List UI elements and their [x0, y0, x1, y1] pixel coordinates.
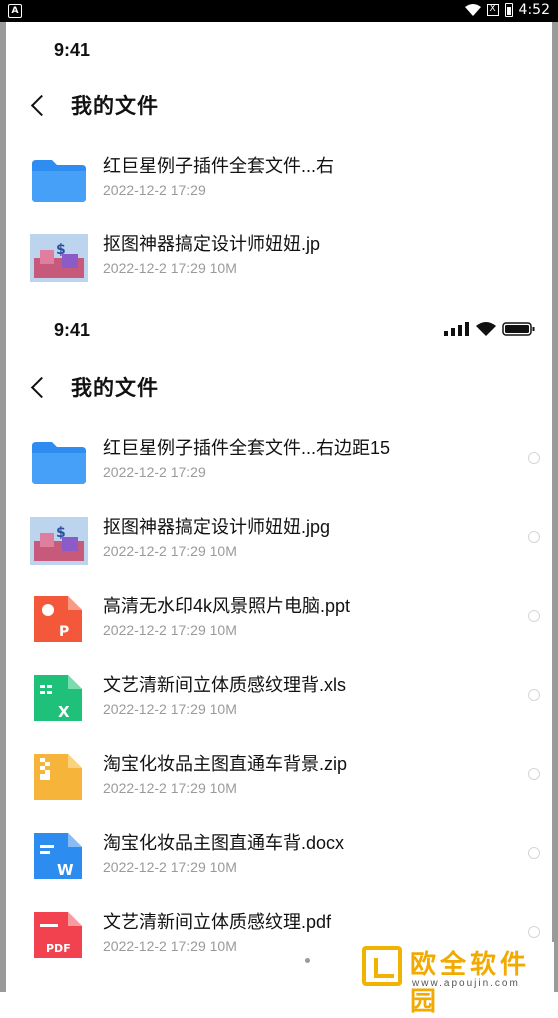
folder-icon — [32, 442, 86, 484]
file-meta: 2022-12-2 17:29 10M — [103, 543, 237, 559]
watermark-logo-icon — [362, 946, 402, 986]
file-name: 抠图神器搞定设计师妞妞.jp — [103, 234, 321, 254]
files-panel-main: 9:41 我的文件 红巨星例子插件全套文件...右边距15 2022-12-2 … — [6, 300, 552, 992]
file-row[interactable]: 淘宝化妆品主图直通车背景.zip 2022-12-2 17:29 10M — [30, 746, 540, 808]
file-row[interactable]: W 淘宝化妆品主图直通车背.docx 2022-12-2 17:29 10M — [30, 825, 540, 887]
ppt-letter: P — [59, 624, 69, 640]
image-icon: $ — [30, 517, 88, 565]
pdf-icon: PDF — [34, 912, 82, 958]
select-radio[interactable] — [528, 689, 540, 701]
file-meta: 2022-12-2 17:29 10M — [103, 859, 237, 875]
file-name: 文艺清新间立体质感纹理背.xls — [103, 675, 346, 695]
pdf-letter: PDF — [46, 942, 71, 955]
file-row[interactable]: X 文艺清新间立体质感纹理背.xls 2022-12-2 17:29 10M — [30, 667, 540, 729]
file-meta: 2022-12-2 17:29 — [103, 464, 206, 480]
watermark-url: www.apoujin.com — [412, 978, 520, 989]
select-radio[interactable] — [528, 847, 540, 859]
select-radio[interactable] — [528, 768, 540, 780]
zip-icon — [34, 754, 82, 800]
file-name: 高清无水印4k风景照片电脑.ppt — [103, 596, 351, 616]
ppt-icon: P — [34, 596, 82, 642]
file-name: 红巨星例子插件全套文件...右 — [103, 156, 335, 176]
scroll-indicator-dot — [305, 958, 310, 963]
select-radio[interactable] — [528, 610, 540, 622]
back-arrow-icon[interactable] — [30, 94, 53, 116]
file-meta: 2022-12-2 17:29 — [103, 182, 206, 198]
file-meta: 2022-12-2 17:29 10M — [103, 701, 237, 717]
svg-text:$: $ — [56, 242, 66, 258]
file-name: 淘宝化妆品主图直通车背.docx — [103, 833, 345, 853]
app-badge-icon: A — [8, 4, 22, 18]
page-title: 我的文件 — [71, 377, 159, 400]
doc-letter: W — [57, 861, 74, 879]
page-title: 我的文件 — [71, 95, 159, 118]
select-radio[interactable] — [528, 452, 540, 464]
xls-icon: X — [34, 675, 82, 721]
file-name: 红巨星例子插件全套文件...右边距15 — [103, 438, 391, 458]
image-icon: $ — [30, 234, 88, 282]
system-status-bar: A X 4:52 — [0, 0, 558, 22]
right-edge — [552, 22, 558, 992]
folder-icon — [32, 160, 86, 202]
file-row[interactable]: 红巨星例子插件全套文件...右 2022-12-2 17:29 — [30, 148, 540, 210]
select-radio[interactable] — [528, 531, 540, 543]
svg-text:$: $ — [56, 525, 66, 541]
back-arrow-icon[interactable] — [30, 376, 53, 398]
file-meta: 2022-12-2 17:29 10M — [103, 938, 237, 954]
file-name: 淘宝化妆品主图直通车背景.zip — [103, 754, 348, 774]
files-panel-top: 9:41 我的文件 红巨星例子插件全套文件...右 2022-12-2 17:2… — [6, 22, 552, 298]
file-name: 文艺清新间立体质感纹理.pdf — [103, 912, 332, 932]
page-header: 我的文件 — [26, 90, 159, 120]
doc-icon: W — [34, 833, 82, 879]
xls-letter: X — [58, 703, 70, 721]
no-sim-icon: X — [486, 4, 499, 16]
select-radio[interactable] — [528, 926, 540, 938]
file-meta: 2022-12-2 17:29 10M — [103, 780, 237, 796]
system-time: 4:52 — [518, 2, 550, 18]
status-time: 9:41 — [54, 40, 91, 60]
phone-status-icons — [444, 322, 536, 336]
file-meta: 2022-12-2 17:29 10M — [103, 622, 237, 638]
file-name: 抠图神器搞定设计师妞妞.jpg — [103, 517, 331, 537]
wifi-icon — [476, 322, 496, 336]
watermark: 欧全软件园 www.apoujin.com — [358, 942, 554, 1017]
wifi-icon — [464, 4, 481, 16]
battery-icon — [502, 322, 535, 336]
file-row[interactable]: P 高清无水印4k风景照片电脑.ppt 2022-12-2 17:29 10M — [30, 588, 540, 650]
file-row[interactable]: $ 抠图神器搞定设计师妞妞.jp 2022-12-2 17:29 10M — [30, 226, 540, 288]
file-row[interactable]: $ 抠图神器搞定设计师妞妞.jpg 2022-12-2 17:29 10M — [30, 509, 540, 571]
file-row[interactable]: 红巨星例子插件全套文件...右边距15 2022-12-2 17:29 — [30, 430, 540, 492]
page-header: 我的文件 — [26, 372, 159, 402]
signal-icon — [444, 322, 469, 336]
system-status-icons: X 4:52 — [464, 2, 550, 18]
status-time: 9:41 — [54, 320, 91, 340]
file-meta: 2022-12-2 17:29 10M — [103, 260, 237, 276]
battery-icon — [504, 3, 513, 17]
